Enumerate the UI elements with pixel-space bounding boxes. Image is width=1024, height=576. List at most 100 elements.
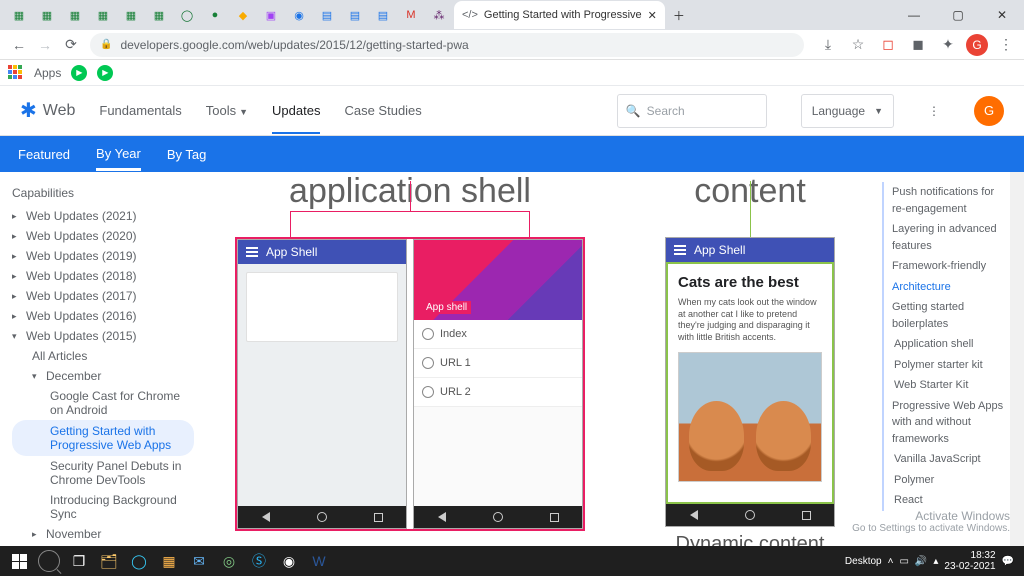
toc-item-active[interactable]: Architecture xyxy=(881,277,1004,298)
background-tab[interactable]: ● xyxy=(202,2,228,28)
mail-icon[interactable]: ✉ xyxy=(184,546,214,576)
content-heading: Cats are the best xyxy=(678,274,822,291)
toc-item[interactable]: Polymer starter kit xyxy=(881,355,1004,376)
task-view-icon[interactable]: ❐ xyxy=(64,546,94,576)
active-tab[interactable]: </> Getting Started with Progressive ✕ xyxy=(454,1,665,29)
language-selector[interactable]: Language ▼ xyxy=(801,94,894,128)
background-tab[interactable]: ▣ xyxy=(258,2,284,28)
taskbar-app[interactable]: ◎ xyxy=(214,546,244,576)
vertical-scrollbar[interactable] xyxy=(1010,172,1024,546)
toc-item[interactable]: Web Starter Kit xyxy=(881,375,1004,396)
toc-item[interactable]: Vanilla JavaScript xyxy=(881,449,1004,470)
background-tab[interactable]: ▦ xyxy=(146,2,172,28)
nav-tools[interactable]: Tools▼ xyxy=(206,103,248,118)
background-tab[interactable]: ▦ xyxy=(62,2,88,28)
kebab-menu-icon[interactable]: ⋮ xyxy=(994,33,1018,57)
background-tab[interactable]: ▦ xyxy=(34,2,60,28)
background-tab[interactable]: ◯ xyxy=(174,2,200,28)
sidebar-item[interactable]: ▸Web Updates (2021) xyxy=(12,206,194,226)
sidebar-item[interactable]: ▸Web Updates (2017) xyxy=(12,286,194,306)
chrome-icon[interactable]: ◉ xyxy=(274,546,304,576)
nav-updates[interactable]: Updates xyxy=(272,103,320,134)
bookmark-shortcut[interactable]: ▶ xyxy=(71,65,87,81)
toc-item[interactable]: Layering in advanced features xyxy=(881,219,1004,256)
nav-fundamentals[interactable]: Fundamentals xyxy=(99,103,181,118)
toc-item[interactable]: Framework-friendly xyxy=(881,256,1004,277)
edge-icon[interactable]: ◯ xyxy=(124,546,154,576)
android-softkeys xyxy=(238,506,406,528)
sidebar-item[interactable]: ▸Web Updates (2019) xyxy=(12,246,194,266)
background-tab[interactable]: ▤ xyxy=(370,2,396,28)
toc-item[interactable]: Progressive Web Apps with and without fr… xyxy=(881,396,1004,450)
close-window-button[interactable]: ✕ xyxy=(980,0,1024,30)
tab-by-tag[interactable]: By Tag xyxy=(167,138,207,171)
extension-icon[interactable]: ◼ xyxy=(906,33,930,57)
sidebar-item[interactable]: All Articles xyxy=(12,346,194,366)
skype-icon[interactable]: Ⓢ xyxy=(244,546,274,576)
taskbar-time[interactable]: 18:32 xyxy=(944,550,995,561)
notifications-icon[interactable]: 💬 xyxy=(1002,556,1014,567)
toc-item[interactable]: React xyxy=(881,490,1004,511)
sidebar-item[interactable]: ▾Web Updates (2015) xyxy=(12,326,194,346)
reload-button[interactable]: ⟳ xyxy=(58,32,84,58)
apps-label[interactable]: Apps xyxy=(34,66,61,80)
desktop-label[interactable]: Desktop xyxy=(845,556,882,567)
sidebar-item[interactable]: Introducing Background Sync xyxy=(12,490,194,524)
background-tab[interactable]: ▤ xyxy=(342,2,368,28)
word-icon[interactable]: W xyxy=(304,546,334,576)
tray-chevron-icon[interactable]: ˄ xyxy=(888,556,894,567)
forward-button[interactable]: → xyxy=(32,32,58,58)
apps-icon[interactable] xyxy=(8,65,24,81)
background-tab[interactable]: ◉ xyxy=(286,2,312,28)
figure-caption: Dynamic content then xyxy=(660,533,840,546)
file-explorer-icon[interactable]: 🗂 xyxy=(94,546,124,576)
background-tab[interactable]: M xyxy=(398,2,424,28)
sidebar-item[interactable]: ▸November xyxy=(12,524,194,544)
taskbar-app[interactable]: ▦ xyxy=(154,546,184,576)
background-tab[interactable]: ▦ xyxy=(6,2,32,28)
extensions-puzzle-icon[interactable]: ✦ xyxy=(936,33,960,57)
maximize-button[interactable]: ▢ xyxy=(936,0,980,30)
sidebar-item-current[interactable]: Getting Started with Progressive Web App… xyxy=(12,420,194,456)
sidebar-item[interactable]: ▸Web Updates (2016) xyxy=(12,306,194,326)
circle-icon xyxy=(422,386,434,398)
sidebar-item[interactable]: ▾December xyxy=(12,366,194,386)
background-tab[interactable]: ⁂ xyxy=(426,2,452,28)
toc-item[interactable]: Application shell xyxy=(881,334,1004,355)
network-icon[interactable]: ▴ xyxy=(933,556,938,567)
profile-avatar[interactable]: G xyxy=(966,34,988,56)
background-tab[interactable]: ▦ xyxy=(90,2,116,28)
sidebar-item[interactable]: Google Cast for Chrome on Android xyxy=(12,386,194,420)
sidebar-item[interactable]: Security Panel Debuts in Chrome DevTools xyxy=(12,456,194,490)
volume-icon[interactable]: 🔊 xyxy=(915,556,927,567)
bookmark-shortcut[interactable]: ▶ xyxy=(97,65,113,81)
background-tab[interactable]: ▤ xyxy=(314,2,340,28)
back-button[interactable]: ← xyxy=(6,32,32,58)
install-icon[interactable]: ⤓ xyxy=(816,33,840,57)
tab-featured[interactable]: Featured xyxy=(18,138,70,171)
start-button[interactable] xyxy=(4,546,34,576)
connector-line xyxy=(660,211,840,237)
extension-icon[interactable]: ◻ xyxy=(876,33,900,57)
background-tab[interactable]: ▦ xyxy=(118,2,144,28)
site-logo[interactable]: ✱ Web xyxy=(20,98,75,123)
taskbar-date[interactable]: 23-02-2021 xyxy=(944,561,995,572)
kebab-menu-icon[interactable]: ⋮ xyxy=(928,104,940,118)
toc-item[interactable]: Polymer xyxy=(881,470,1004,491)
nav-case-studies[interactable]: Case Studies xyxy=(344,103,421,118)
battery-icon[interactable]: ▭ xyxy=(899,556,908,567)
minimize-button[interactable]: ― xyxy=(892,0,936,30)
close-tab-icon[interactable]: ✕ xyxy=(648,9,657,22)
omnibox[interactable]: 🔒 developers.google.com/web/updates/2015… xyxy=(90,33,804,57)
search-input[interactable]: 🔍 Search xyxy=(617,94,767,128)
toc-item[interactable]: Push notifications for re-engagement xyxy=(881,182,1004,219)
user-avatar[interactable]: G xyxy=(974,96,1004,126)
sidebar-item[interactable]: ▸Web Updates (2020) xyxy=(12,226,194,246)
taskbar-search[interactable] xyxy=(34,546,64,576)
background-tab[interactable]: ◆ xyxy=(230,2,256,28)
toc-item[interactable]: Getting started boilerplates xyxy=(881,297,1004,334)
sidebar-item[interactable]: ▸Web Updates (2018) xyxy=(12,266,194,286)
tab-by-year[interactable]: By Year xyxy=(96,137,141,171)
star-icon[interactable]: ☆ xyxy=(846,33,870,57)
new-tab-button[interactable]: ＋ xyxy=(667,3,691,27)
